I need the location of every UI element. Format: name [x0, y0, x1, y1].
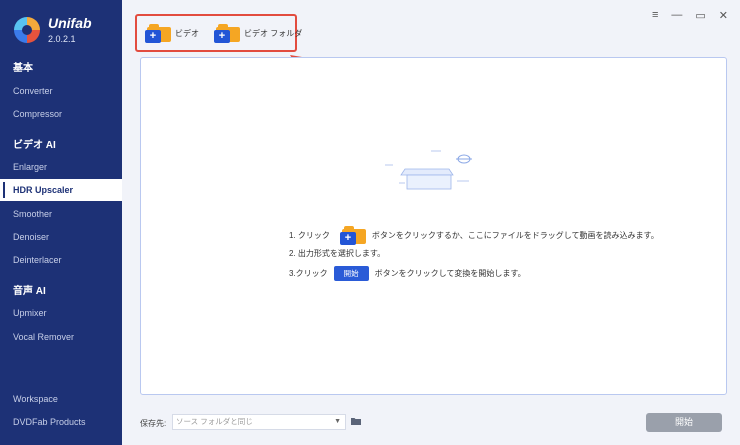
app-name: Unifab — [48, 15, 92, 31]
sidebar-item-workspace[interactable]: Workspace — [0, 388, 122, 410]
minimize-icon[interactable]: — — [671, 9, 682, 22]
section-video-ai: ビデオ AI — [13, 140, 56, 151]
save-location-value: ソース フォルダと同じ — [176, 417, 253, 426]
save-location-select[interactable]: ソース フォルダと同じ ▼ — [172, 414, 346, 430]
maximize-icon[interactable]: ▭ — [695, 9, 705, 22]
instruction-step-3-prefix: 3.クリック — [289, 269, 328, 278]
app-version: 2.0.2.1 — [48, 34, 76, 44]
browse-folder-icon[interactable] — [351, 417, 361, 425]
instruction-step-2: 2. 出力形式を選択します。 — [289, 248, 385, 259]
instruction-step-1: 1. クリック + ボタンをクリックするか、ここにファイルをドラッグして動画を読… — [289, 226, 659, 245]
instruction-step-1-prefix: 1. クリック — [289, 230, 330, 240]
start-button[interactable]: 開始 — [646, 413, 722, 432]
sidebar-item-compressor[interactable]: Compressor — [0, 103, 122, 125]
instruction-step-3-text: ボタンをクリックして変換を開始します。 — [374, 269, 526, 278]
section-audio-ai: 音声 AI — [13, 286, 46, 297]
close-icon[interactable]: ✕ — [719, 9, 728, 22]
save-to-label: 保存先: — [140, 419, 167, 428]
menu-icon[interactable]: ≡ — [652, 9, 658, 22]
add-video-folder-button[interactable]: + ビデオ フォルダ — [214, 24, 303, 43]
instruction-step-3: 3.クリック 開始 ボタンをクリックして変換を開始します。 — [289, 266, 526, 281]
section-basic: 基本 — [13, 63, 33, 74]
add-video-folder-label: ビデオ フォルダ — [244, 28, 303, 38]
sidebar-item-deinterlacer[interactable]: Deinterlacer — [0, 249, 122, 271]
chevron-down-icon: ▼ — [334, 418, 341, 425]
sidebar-item-vocal-remover[interactable]: Vocal Remover — [0, 326, 122, 348]
sidebar-item-hdr-upscaler[interactable]: HDR Upscaler — [0, 179, 122, 201]
instruction-start-badge: 開始 — [333, 266, 369, 281]
window-controls: ≡ — ▭ ✕ — [652, 9, 728, 22]
unifab-logo-icon — [14, 17, 40, 43]
instruction-step-1-text: ボタンをクリックするか、ここにファイルをドラッグして動画を読み込みます。 — [371, 230, 659, 240]
sidebar: Unifab 2.0.2.1 基本 Converter Compressor ビ… — [0, 0, 122, 445]
sidebar-item-upmixer[interactable]: Upmixer — [0, 302, 122, 324]
add-folder-icon: + — [214, 24, 240, 43]
sidebar-item-denoiser[interactable]: Denoiser — [0, 226, 122, 248]
sidebar-item-converter[interactable]: Converter — [0, 80, 122, 102]
add-video-button[interactable]: + ビデオ — [145, 24, 199, 43]
sidebar-item-smoother[interactable]: Smoother — [0, 203, 122, 225]
add-video-inline-icon: + — [339, 226, 366, 245]
sidebar-item-enlarger[interactable]: Enlarger — [0, 156, 122, 178]
add-video-icon: + — [145, 24, 171, 43]
app-logo: Unifab 2.0.2.1 — [14, 16, 92, 44]
drop-box-illustration-icon — [385, 150, 472, 190]
add-video-label: ビデオ — [175, 28, 199, 38]
instruction-step-2-text: 2. 出力形式を選択します。 — [289, 249, 386, 258]
sidebar-item-dvdfab-products[interactable]: DVDFab Products — [0, 411, 122, 433]
